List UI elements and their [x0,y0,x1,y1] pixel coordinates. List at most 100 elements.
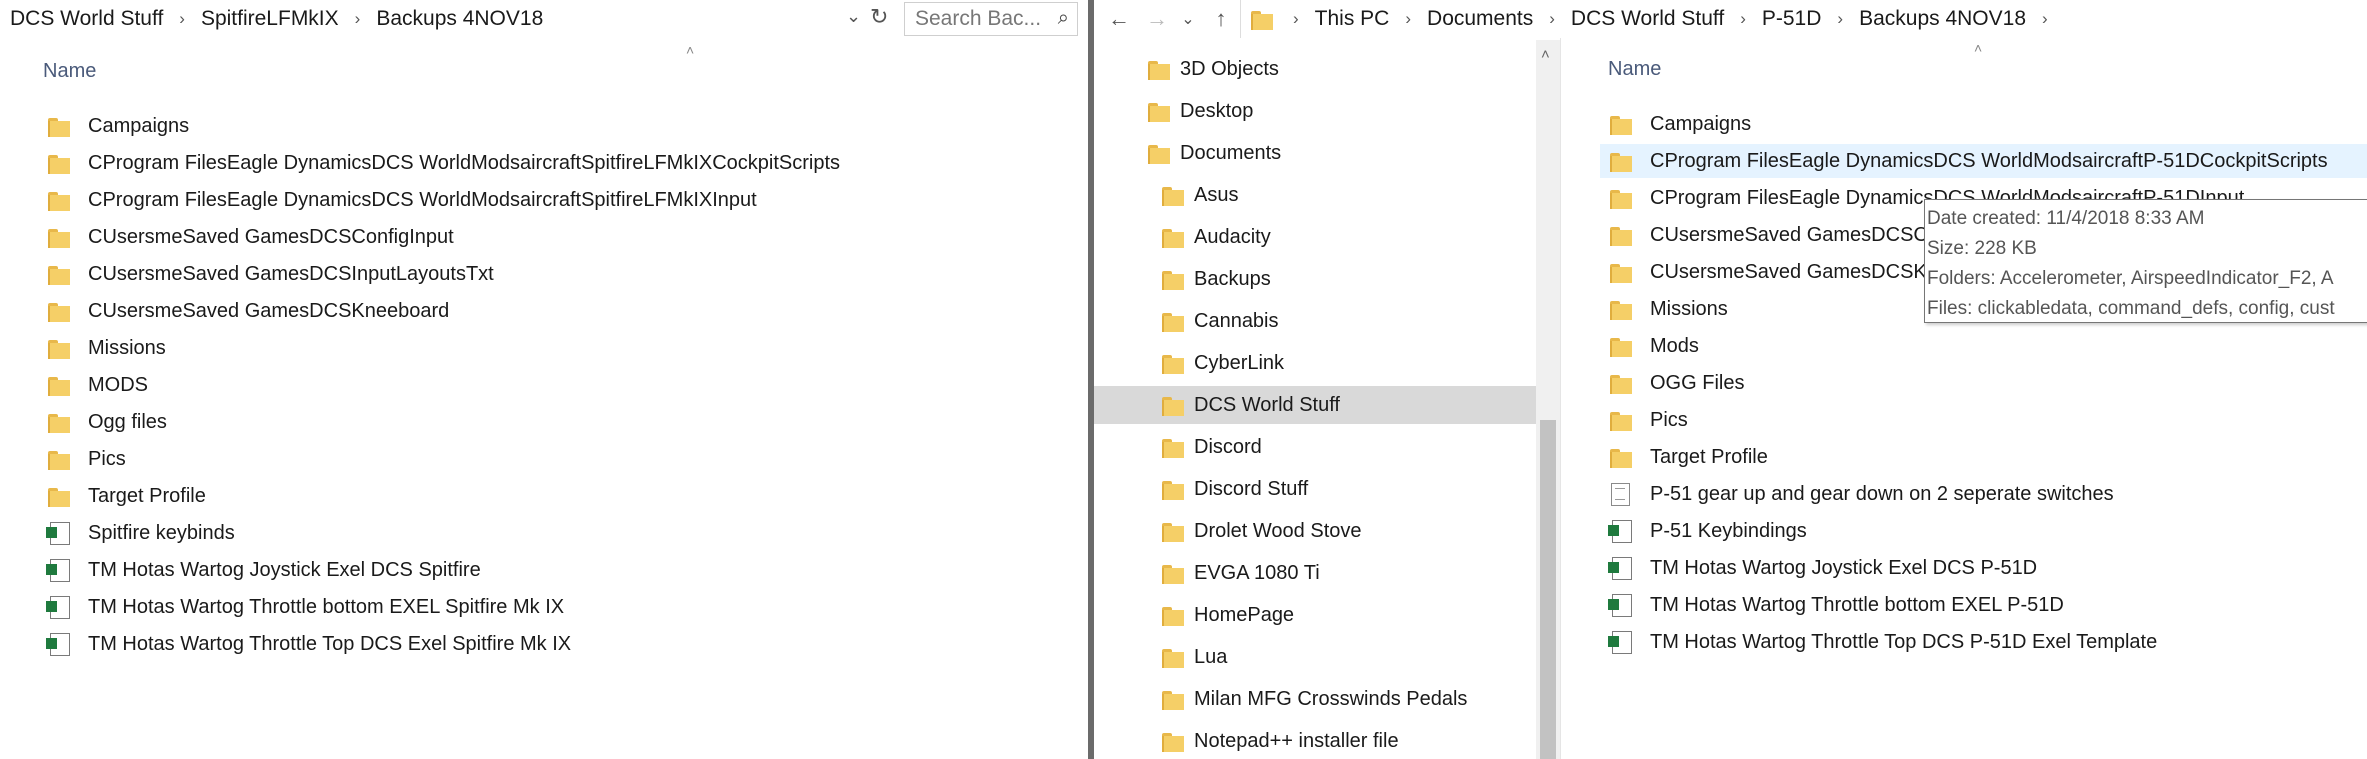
item-name: MODS [88,373,148,396]
excel-file-icon [46,596,72,619]
breadcrumb-item[interactable]: Backups 4NOV18 [1853,7,2032,31]
search-icon[interactable]: ⌕ [1058,7,1069,30]
folder-icon [1146,100,1172,122]
folder-icon [1608,335,1634,357]
folder-row[interactable]: Campaigns [1600,107,2367,141]
item-name: Ogg files [88,410,167,433]
folder-row[interactable]: CUsersmeSaved GamesDCSInputLayoutsTxt [38,257,1076,291]
nav-item[interactable]: Drolet Wood Stove [1094,512,1536,550]
file-row[interactable]: TM Hotas Wartog Throttle Top DCS Exel Sp… [38,627,1076,661]
item-name: Campaigns [88,114,190,137]
chevron-down-icon[interactable]: ⌄ [846,6,861,27]
right-address-bar[interactable]: › This PC › Documents › DCS World Stuff … [1240,0,2367,38]
file-row[interactable]: TM Hotas Wartog Throttle bottom EXEL P-5… [1600,588,2367,622]
nav-item[interactable]: Backups [1094,260,1536,298]
folder-row[interactable]: Target Profile [1600,440,2367,474]
forward-arrow-icon[interactable]: → [1142,0,1172,38]
nav-item[interactable]: Asus [1094,176,1536,214]
excel-file-icon [1608,557,1634,580]
file-row[interactable]: Spitfire keybinds [38,516,1076,550]
folder-row[interactable]: MODS [38,368,1076,402]
column-header-name[interactable]: Name [1608,58,1661,81]
folder-row[interactable]: Mods [1600,329,2367,363]
folder-row[interactable]: CProgram FilesEagle DynamicsDCS WorldMod… [1600,144,2367,178]
item-name: Missions [88,336,166,359]
left-address-bar[interactable]: DCS World Stuff › SpitfireLFMkIX › Backu… [4,0,864,38]
file-row[interactable]: TM Hotas Wartog Throttle bottom EXEL Spi… [38,590,1076,624]
file-info-tooltip: Date created: 11/4/2018 8:33 AM Size: 22… [1924,199,2367,323]
folder-icon [1160,436,1186,458]
file-row[interactable]: P-51 gear up and gear down on 2 seperate… [1600,477,2367,511]
nav-item[interactable]: HomePage [1094,596,1536,634]
nav-item-label: Discord [1194,435,1262,458]
breadcrumb-item[interactable]: SpitfireLFMkIX [195,7,345,31]
breadcrumb-item[interactable]: P-51D [1756,7,1828,31]
nav-item[interactable]: Notepad++ installer file [1094,722,1536,759]
refresh-icon[interactable]: ↻ [870,4,888,30]
item-name: Target Profile [1650,445,1768,468]
nav-item-label: Audacity [1194,225,1271,248]
breadcrumb-item[interactable]: DCS World Stuff [1565,7,1730,31]
breadcrumb-item[interactable]: DCS World Stuff [4,7,169,31]
nav-item[interactable]: DCS World Stuff [1094,386,1536,424]
nav-item[interactable]: Documents [1094,134,1536,172]
file-row[interactable]: P-51 Keybindings [1600,514,2367,548]
item-name: TM Hotas Wartog Throttle bottom EXEL P-5… [1650,593,2064,616]
tooltip-files: Files: clickabledata, command_defs, conf… [1927,298,2335,319]
nav-scrollbar-thumb[interactable] [1540,420,1556,759]
scroll-up-icon[interactable]: ˄ [1541,46,1550,63]
nav-item[interactable]: Lua [1094,638,1536,676]
folder-icon [46,115,72,137]
excel-file-icon [1608,594,1634,617]
nav-item-label: Lua [1194,645,1228,668]
file-row[interactable]: TM Hotas Wartog Joystick Exel DCS Spitfi… [38,553,1076,587]
folder-row[interactable]: OGG Files [1600,366,2367,400]
folder-row[interactable]: Missions [38,331,1076,365]
folder-row[interactable]: Pics [38,442,1076,476]
folder-row[interactable]: Ogg files [38,405,1076,439]
folder-row[interactable]: Pics [1600,403,2367,437]
folder-icon [46,374,72,396]
item-name: CUsersmeSaved GamesDCSConfigInput [88,225,454,248]
folder-icon [46,337,72,359]
nav-item[interactable]: Discord Stuff [1094,470,1536,508]
breadcrumb-item[interactable]: Documents [1421,7,1539,31]
nav-item[interactable]: EVGA 1080 Ti [1094,554,1536,592]
nav-item-label: Documents [1180,141,1282,164]
chevron-right-icon: › [1740,9,1746,28]
nav-item-label: HomePage [1194,603,1295,626]
recent-locations-icon[interactable]: ⌄ [1178,0,1198,38]
folder-row[interactable]: CProgram FilesEagle DynamicsDCS WorldMod… [38,146,1076,180]
nav-item[interactable]: Cannabis [1094,302,1536,340]
left-search-box[interactable]: Search Bac... ⌕ [904,2,1078,36]
search-input[interactable]: Search Bac... [915,7,1041,31]
breadcrumb-item[interactable]: This PC [1309,7,1396,31]
excel-file-icon [46,633,72,656]
nav-item[interactable]: CyberLink [1094,344,1536,382]
nav-item-label: 3D Objects [1180,57,1279,80]
nav-item[interactable]: Audacity [1094,218,1536,256]
up-arrow-icon[interactable]: ↑ [1206,0,1236,38]
folder-icon [1608,372,1634,394]
folder-row[interactable]: CUsersmeSaved GamesDCSConfigInput [38,220,1076,254]
nav-item[interactable]: Discord [1094,428,1536,466]
nav-item[interactable]: Desktop [1094,92,1536,130]
nav-item[interactable]: Milan MFG Crosswinds Pedals [1094,680,1536,718]
folder-row[interactable]: Campaigns [38,109,1076,143]
folder-icon [1160,520,1186,542]
folder-icon [46,226,72,248]
tooltip-folders: Folders: Accelerometer, AirspeedIndicato… [1927,268,2334,289]
item-name: TM Hotas Wartog Joystick Exel DCS Spitfi… [88,558,481,581]
file-row[interactable]: TM Hotas Wartog Joystick Exel DCS P-51D [1600,551,2367,585]
folder-row[interactable]: CUsersmeSaved GamesDCSKneeboard [38,294,1076,328]
folder-icon [1160,688,1186,710]
file-row[interactable]: TM Hotas Wartog Throttle Top DCS P-51D E… [1600,625,2367,659]
breadcrumb-item[interactable]: Backups 4NOV18 [370,7,549,31]
column-header-name[interactable]: Name [43,60,96,83]
folder-icon [1608,113,1634,135]
back-arrow-icon[interactable]: ← [1104,0,1134,38]
folder-icon [1160,268,1186,290]
nav-item[interactable]: 3D Objects [1094,50,1536,88]
folder-row[interactable]: Target Profile [38,479,1076,513]
folder-row[interactable]: CProgram FilesEagle DynamicsDCS WorldMod… [38,183,1076,217]
